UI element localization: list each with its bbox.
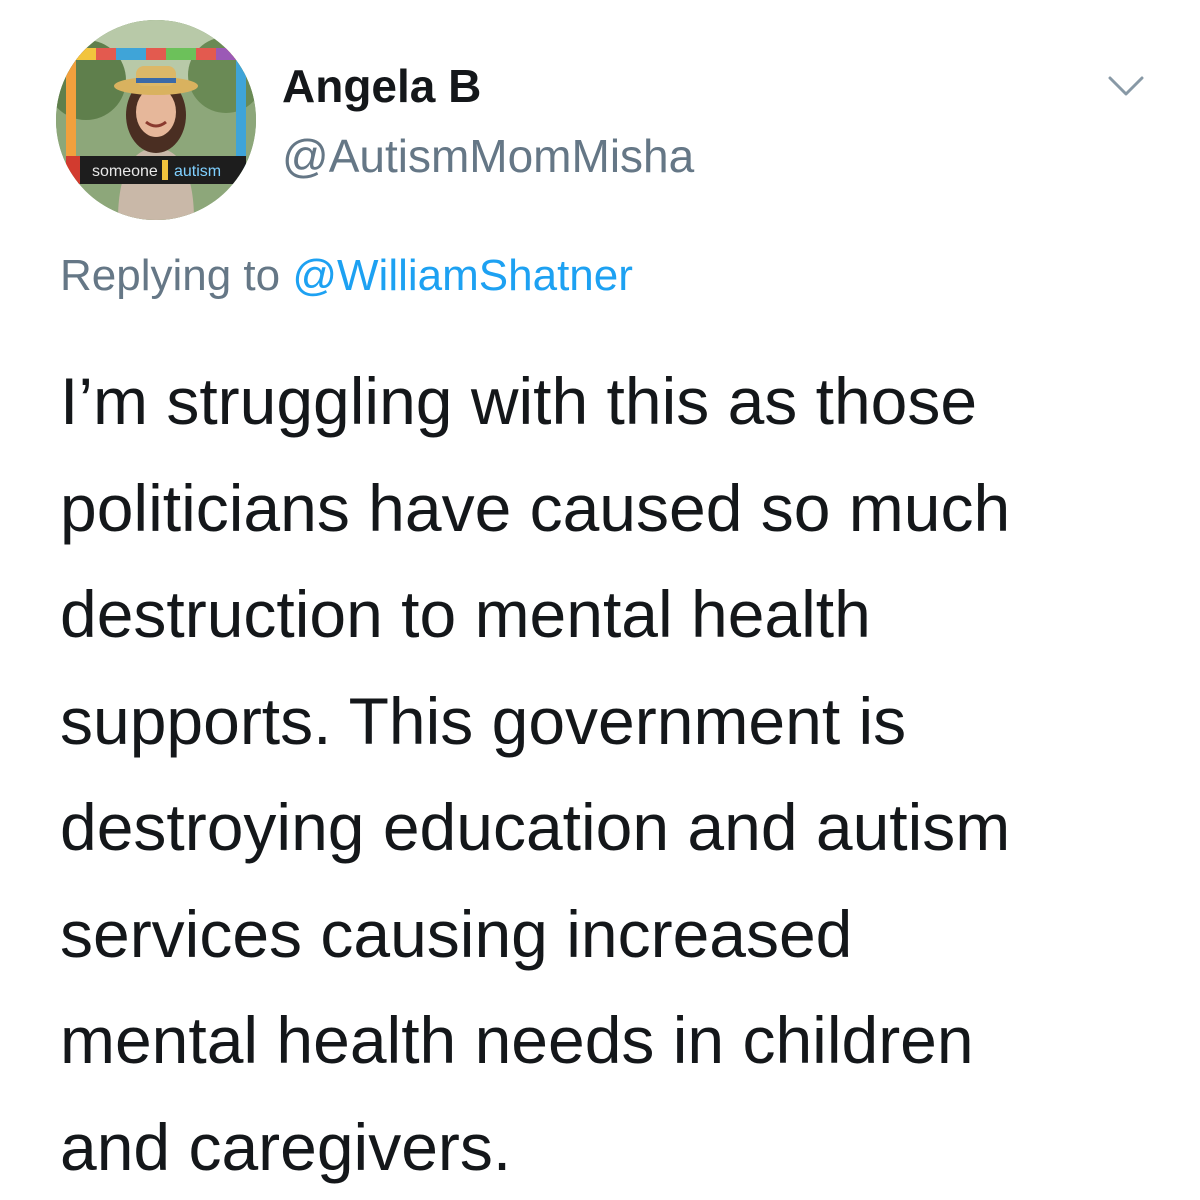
tweet-body-line: services causing increased <box>60 881 1170 988</box>
avatar-photo: someone autism <box>56 20 256 220</box>
tweet-body-line: politicians have caused so much <box>60 455 1170 562</box>
tweet-body-line: and caregivers. <box>60 1094 1170 1200</box>
user-handle[interactable]: @AutismMomMisha <box>282 128 694 184</box>
tweet-body-line: I’m struggling with this as those <box>60 348 1170 455</box>
avatar-sign-left: someone <box>92 163 158 180</box>
avatar[interactable]: someone autism <box>56 20 256 220</box>
tweet-card: someone autism Angela B @AutismMomMisha … <box>0 0 1200 1184</box>
tweet-body-line: destruction to mental health <box>60 561 1170 668</box>
reply-context: Replying to @WilliamShatner <box>60 248 633 304</box>
tweet-body-line: mental health needs in children <box>60 987 1170 1094</box>
tweet-body: I’m struggling with this as those politi… <box>60 348 1170 1200</box>
reply-prefix: Replying to <box>60 251 292 300</box>
tweet-body-line: supports. This government is <box>60 668 1170 775</box>
chevron-down-icon[interactable] <box>1104 70 1148 100</box>
display-name[interactable]: Angela B <box>282 58 481 114</box>
tweet-body-line: destroying education and autism <box>60 774 1170 881</box>
reply-mention-link[interactable]: @WilliamShatner <box>292 251 633 300</box>
avatar-sign-right: autism <box>174 163 221 180</box>
